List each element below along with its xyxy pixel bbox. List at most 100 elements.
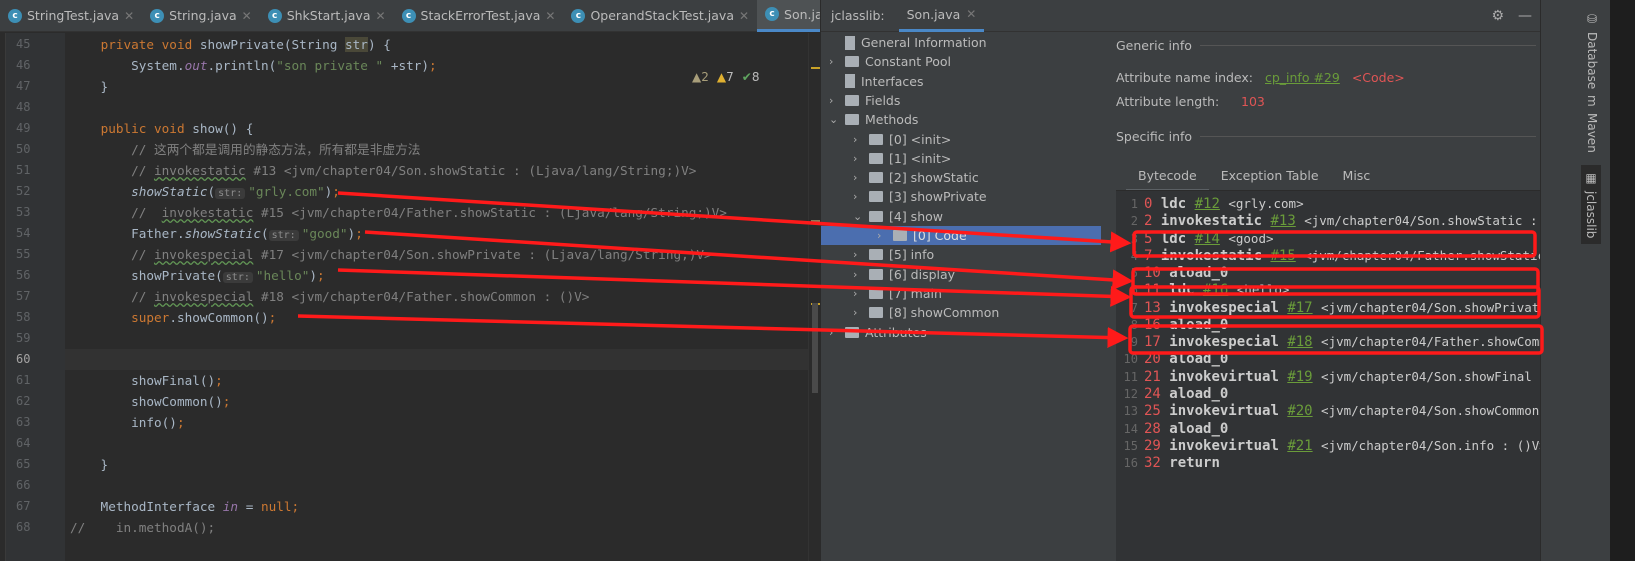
code-line[interactable]: showStatic(str: "grly.com"); — [70, 181, 340, 202]
constant-pool-ref[interactable]: #15 — [1270, 248, 1295, 264]
tree-item[interactable]: › Constant Pool — [829, 52, 951, 71]
code-token: str: — [215, 188, 246, 199]
jclasslib-tab[interactable]: Son.java ✕ — [898, 0, 985, 32]
code-line[interactable]: // invokespecial #17 <jvm/chapter04/Son.… — [70, 244, 712, 265]
code-line[interactable]: // 这两个都是调用的静态方法，所有都是非虚方法 — [70, 139, 420, 160]
java-class-icon: c — [765, 7, 780, 21]
constant-pool-ref[interactable]: #16 — [1203, 282, 1228, 298]
tree-item[interactable]: › [5] info — [853, 245, 934, 264]
close-icon[interactable]: ✕ — [545, 9, 555, 23]
inspection-widget[interactable]: ▲2 ▲7 ✔8 — [692, 70, 759, 84]
chevron-right-icon[interactable]: › — [853, 306, 863, 319]
constant-pool-ref[interactable]: #21 — [1287, 438, 1312, 454]
close-icon[interactable]: ✕ — [375, 9, 385, 23]
code-line[interactable]: } — [70, 76, 109, 97]
tab-exception-table[interactable]: Exception Table — [1209, 162, 1331, 192]
code-line[interactable]: private void showPrivate(String str) { — [70, 34, 391, 55]
tree-item[interactable]: › Fields — [829, 91, 900, 110]
code-line[interactable]: super.showCommon(); — [70, 307, 276, 328]
constant-pool-ref[interactable]: #19 — [1287, 369, 1312, 385]
code-line[interactable]: // in.methodA(); — [70, 517, 215, 538]
chevron-down-icon[interactable]: ⌄ — [829, 113, 839, 126]
code-line[interactable]: Father.showStatic(str: "good"); — [70, 223, 363, 244]
close-icon[interactable]: ✕ — [242, 9, 252, 23]
chevron-right-icon[interactable]: › — [853, 133, 863, 146]
chevron-right-icon[interactable]: › — [829, 94, 839, 107]
constant-pool-ref[interactable]: #17 — [1287, 300, 1312, 316]
code-line[interactable]: // invokespecial #18 <jvm/chapter04/Fath… — [70, 286, 589, 307]
code-line[interactable]: System.out.println("son private " +str); — [70, 55, 437, 76]
tree-item[interactable]: ⌄ Methods — [829, 110, 918, 129]
gear-icon[interactable]: ⚙ — [1491, 8, 1504, 24]
code-editor[interactable]: 45 46 47 48 49 50 51 52 53 54 55 56 57 58 59 60 61 62 63 64… — [0, 33, 808, 561]
tool-window-jclasslib[interactable]: ▦ jclasslib — [1581, 165, 1601, 245]
tree-item[interactable]: › [3] showPrivate — [853, 187, 987, 206]
close-icon[interactable]: ✕ — [966, 7, 976, 21]
tree-item[interactable]: › Attributes — [829, 323, 927, 342]
code-line[interactable]: MethodInterface in = null; — [70, 496, 300, 517]
code-token: private void — [100, 37, 200, 52]
tree-item[interactable]: Interfaces — [829, 72, 923, 91]
code-token: ; — [355, 226, 363, 241]
editor-scrollbar[interactable] — [808, 33, 820, 561]
chevron-right-icon[interactable]: › — [853, 268, 863, 281]
constant-pool-ref[interactable]: #18 — [1287, 334, 1312, 350]
editor-tab[interactable]: c ShkStart.java ✕ — [260, 0, 394, 32]
tree-item[interactable]: › [6] display — [853, 265, 955, 284]
close-icon[interactable]: ✕ — [124, 9, 134, 23]
close-icon[interactable]: ✕ — [739, 9, 749, 23]
editor-tab[interactable]: c StringTest.java ✕ — [0, 0, 142, 32]
code-line[interactable]: showCommon(); — [70, 391, 230, 412]
code-line[interactable]: } — [70, 454, 109, 475]
tree-item[interactable]: › [0] <init> — [853, 130, 951, 149]
tool-window-database[interactable]: ⛁ Database — [1585, 12, 1599, 89]
editor-tab[interactable]: c String.java ✕ — [142, 0, 260, 32]
chevron-right-icon[interactable]: › — [853, 171, 863, 184]
chevron-right-icon[interactable]: › — [853, 152, 863, 165]
bytecode-comment: <jvm/chapter04/Father.showStatic : (Ljav… — [1304, 247, 1541, 263]
chevron-right-icon[interactable]: › — [877, 229, 887, 242]
tree-item[interactable]: › [1] <init> — [853, 149, 951, 168]
tab-misc[interactable]: Misc — [1331, 162, 1383, 192]
bytecode-offset: 25 — [1144, 403, 1161, 420]
scroll-thumb[interactable] — [812, 303, 818, 393]
editor-tab[interactable]: c StackErrorTest.java ✕ — [394, 0, 564, 32]
bytecode-listing[interactable]: 10 ldc #12 <grly.com> 2 2 invokestatic #13… — [1116, 190, 1541, 561]
warning-marker[interactable] — [811, 220, 820, 222]
class-tree[interactable]: General Information › Constant Pool Interfa… — [821, 32, 1116, 561]
editor-tab[interactable]: c OperandStackTest.java ✕ — [563, 0, 757, 32]
tool-window-maven[interactable]: m Maven — [1585, 95, 1599, 153]
tree-item[interactable]: › [2] showStatic — [853, 168, 979, 187]
bytecode-comment: <jvm/chapter04/Son.showCommon : ()V> — [1321, 403, 1540, 419]
tree-item[interactable]: › [7] main — [853, 284, 942, 303]
code-line[interactable]: showPrivate(str: "hello"); — [70, 265, 325, 286]
tree-item[interactable]: › [8] showCommon — [853, 303, 999, 322]
tab-bytecode[interactable]: Bytecode — [1126, 162, 1209, 192]
cp-info-link[interactable]: cp_info #29 — [1265, 70, 1340, 85]
tree-item[interactable]: › [0] Code — [821, 226, 1101, 245]
chevron-down-icon[interactable]: ⌄ — [853, 210, 863, 223]
chevron-right-icon[interactable]: › — [829, 55, 839, 68]
tree-item[interactable]: ⌄ [4] show — [853, 207, 943, 226]
minimize-icon[interactable]: — — [1518, 8, 1532, 24]
code-line[interactable]: info(); — [70, 412, 185, 433]
code-line[interactable]: // invokestatic #13 <jvm/chapter04/Son.s… — [70, 160, 696, 181]
code-line[interactable]: // invokestatic #15 <jvm/chapter04/Fathe… — [70, 202, 727, 223]
code-line[interactable]: public void show() { — [70, 118, 254, 139]
folder-icon — [845, 326, 859, 338]
constant-pool-ref[interactable]: #13 — [1270, 213, 1295, 229]
bytecode-offset: 11 — [1144, 282, 1161, 299]
code-line[interactable]: showFinal(); — [70, 370, 223, 391]
constant-pool-ref[interactable]: #20 — [1287, 403, 1312, 419]
constant-pool-ref[interactable]: #12 — [1195, 196, 1220, 212]
warning-marker[interactable] — [811, 67, 820, 69]
tree-item[interactable]: General Information — [829, 33, 987, 52]
chevron-right-icon[interactable]: › — [829, 326, 839, 339]
line-number: 51 — [16, 163, 31, 177]
chevron-right-icon[interactable]: › — [853, 248, 863, 261]
code-token: ; — [429, 58, 437, 73]
constant-pool-ref[interactable]: #14 — [1195, 231, 1220, 247]
code-token: // — [70, 247, 155, 262]
chevron-right-icon[interactable]: › — [853, 287, 863, 300]
chevron-right-icon[interactable]: › — [853, 190, 863, 203]
